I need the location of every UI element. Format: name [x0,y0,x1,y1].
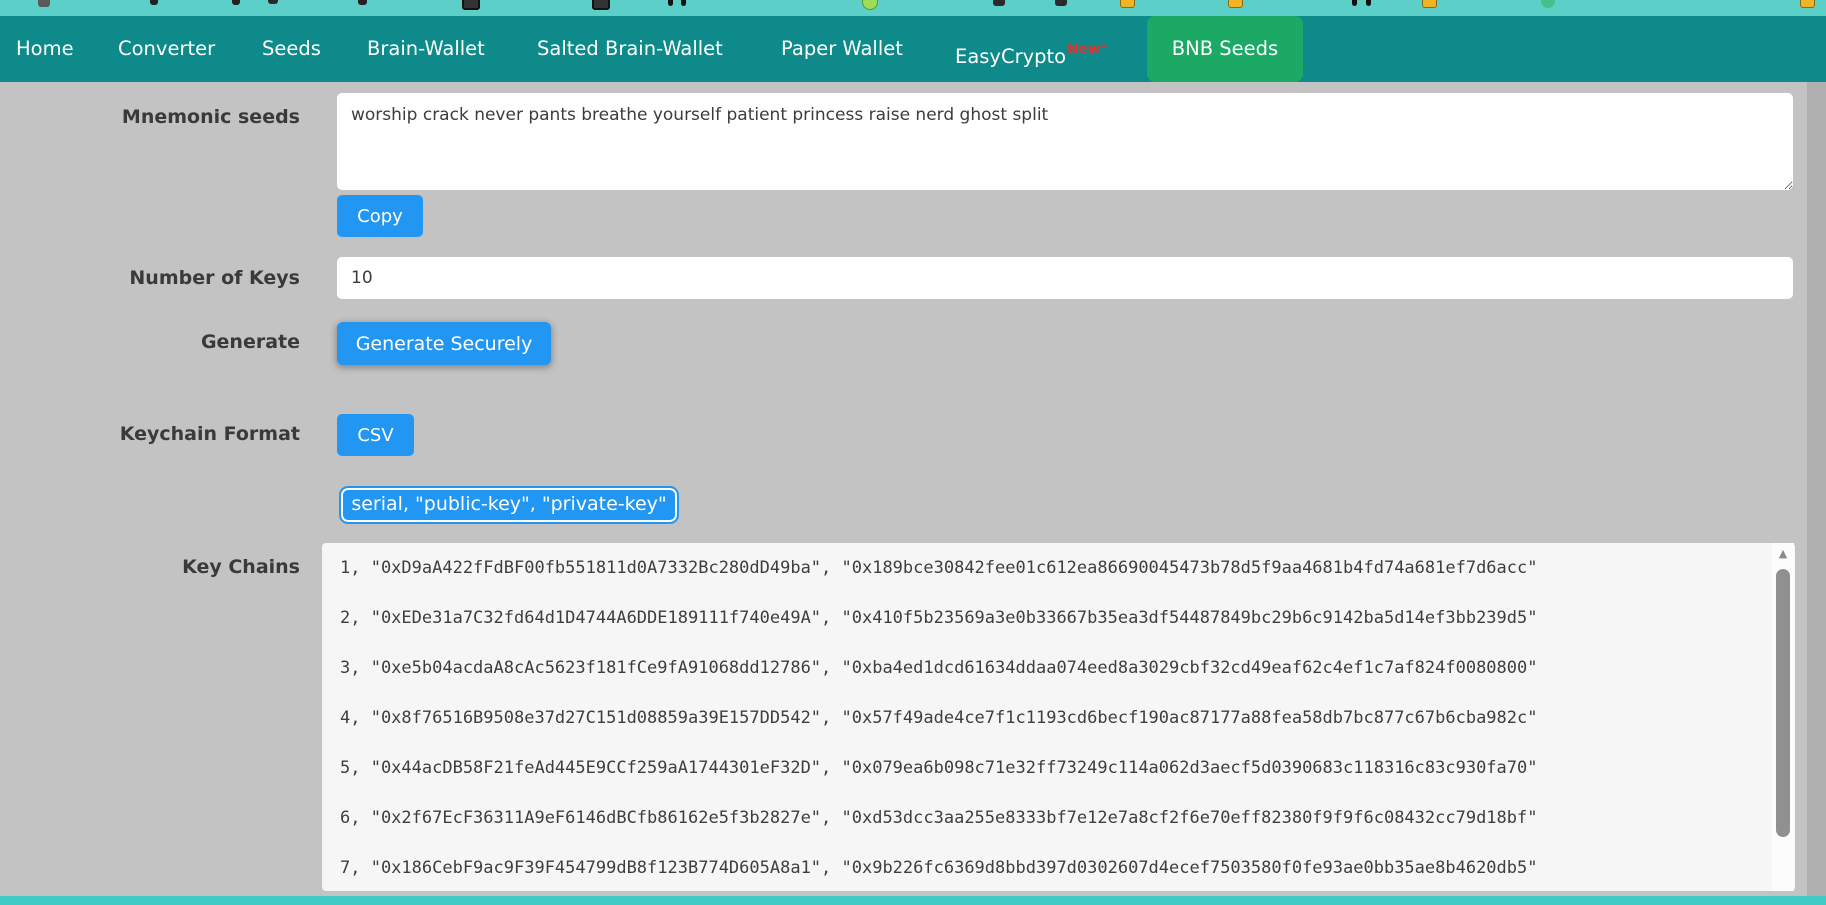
mnemonic-seeds-textarea[interactable]: worship crack never pants breathe yourse… [337,93,1793,190]
emoji-fragment-icon [862,0,878,10]
key-chain-row: 6, "0x2f67EcF36311A9eF6146dBCfb86162e5f3… [340,808,1538,828]
emoji-fragment-icon [1422,0,1437,8]
nav-item-seeds[interactable]: Seeds [262,16,321,82]
csv-button[interactable]: CSV [337,414,414,456]
key-chains-label: Key Chains [182,556,300,578]
new-badge: New* [1067,41,1108,57]
keychain-format-label: Keychain Format [119,423,300,445]
emoji-fragment-icon [592,0,610,10]
emoji-fragment-icon [358,0,367,5]
nav-item-label: EasyCrypto [955,45,1067,68]
generate-securely-button[interactable]: Generate Securely [337,322,551,365]
emoji-fragment-icon [462,0,480,10]
emoji-fragment-icon [150,0,158,5]
nav-item-paper-wallet[interactable]: Paper Wallet [781,16,903,82]
emoji-fragment-icon [668,0,673,6]
main-nav: Home Converter Seeds Brain-Wallet Salted… [0,16,1826,82]
copy-button[interactable]: Copy [337,195,423,237]
page-scrollbar[interactable] [1807,82,1826,896]
page: Home Converter Seeds Brain-Wallet Salted… [0,0,1826,905]
key-chains-scrollbar-thumb[interactable] [1776,569,1790,837]
key-chain-row: 7, "0x186CebF9ac9F39F454799dB8f123B774D6… [340,858,1538,878]
format-template-field[interactable]: serial, "public-key", "private-key" [339,486,679,524]
key-chains-scrollbar-track[interactable]: ▲ [1772,543,1794,891]
emoji-fragment-icon [1120,0,1135,8]
key-chain-row: 3, "0xe5b04acdaA8cAc5623f181fCe9fA91068d… [340,658,1538,678]
emoji-fragment-icon [38,0,50,7]
emoji-fragment-icon [1352,0,1357,6]
emoji-fragment-icon [1366,0,1371,6]
emoji-fragment-icon [232,0,240,5]
nav-item-salted-brain-wallet[interactable]: Salted Brain-Wallet [537,16,723,82]
key-chains-output[interactable]: 1, "0xD9aA422fFdBF00fb551811d0A7332Bc280… [322,543,1795,891]
emoji-fragment-icon [1800,0,1815,8]
number-of-keys-input[interactable] [337,257,1793,299]
emoji-fragment-icon [1541,0,1555,8]
emoji-fragment-icon [268,0,278,4]
bottom-strip [0,896,1826,905]
top-strip [0,0,1826,16]
nav-item-home[interactable]: Home [16,16,74,82]
mnemonic-seeds-label: Mnemonic seeds [121,106,300,128]
nav-item-easycrypto[interactable]: EasyCryptoNew* [955,16,1107,82]
key-chain-row: 2, "0xEDe31a7C32fd64d1D4744A6DDE189111f7… [340,608,1538,628]
nav-item-brain-wallet[interactable]: Brain-Wallet [367,16,485,82]
generate-label: Generate [200,331,300,353]
number-of-keys-label: Number of Keys [129,267,300,289]
emoji-fragment-icon [681,0,686,6]
emoji-fragment-icon [993,0,1005,6]
key-chain-row: 5, "0x44acDB58F21feAd445E9CCf259aA174430… [340,758,1538,778]
key-chain-row: 1, "0xD9aA422fFdBF00fb551811d0A7332Bc280… [340,558,1538,578]
key-chain-row: 4, "0x8f76516B9508e37d27C151d08859a39E15… [340,708,1538,728]
nav-item-converter[interactable]: Converter [118,16,215,82]
nav-item-bnb-seeds-active[interactable]: BNB Seeds [1147,16,1303,82]
emoji-fragment-icon [1228,0,1243,8]
emoji-fragment-icon [1055,0,1067,6]
scroll-up-arrow-icon[interactable]: ▲ [1772,548,1794,559]
